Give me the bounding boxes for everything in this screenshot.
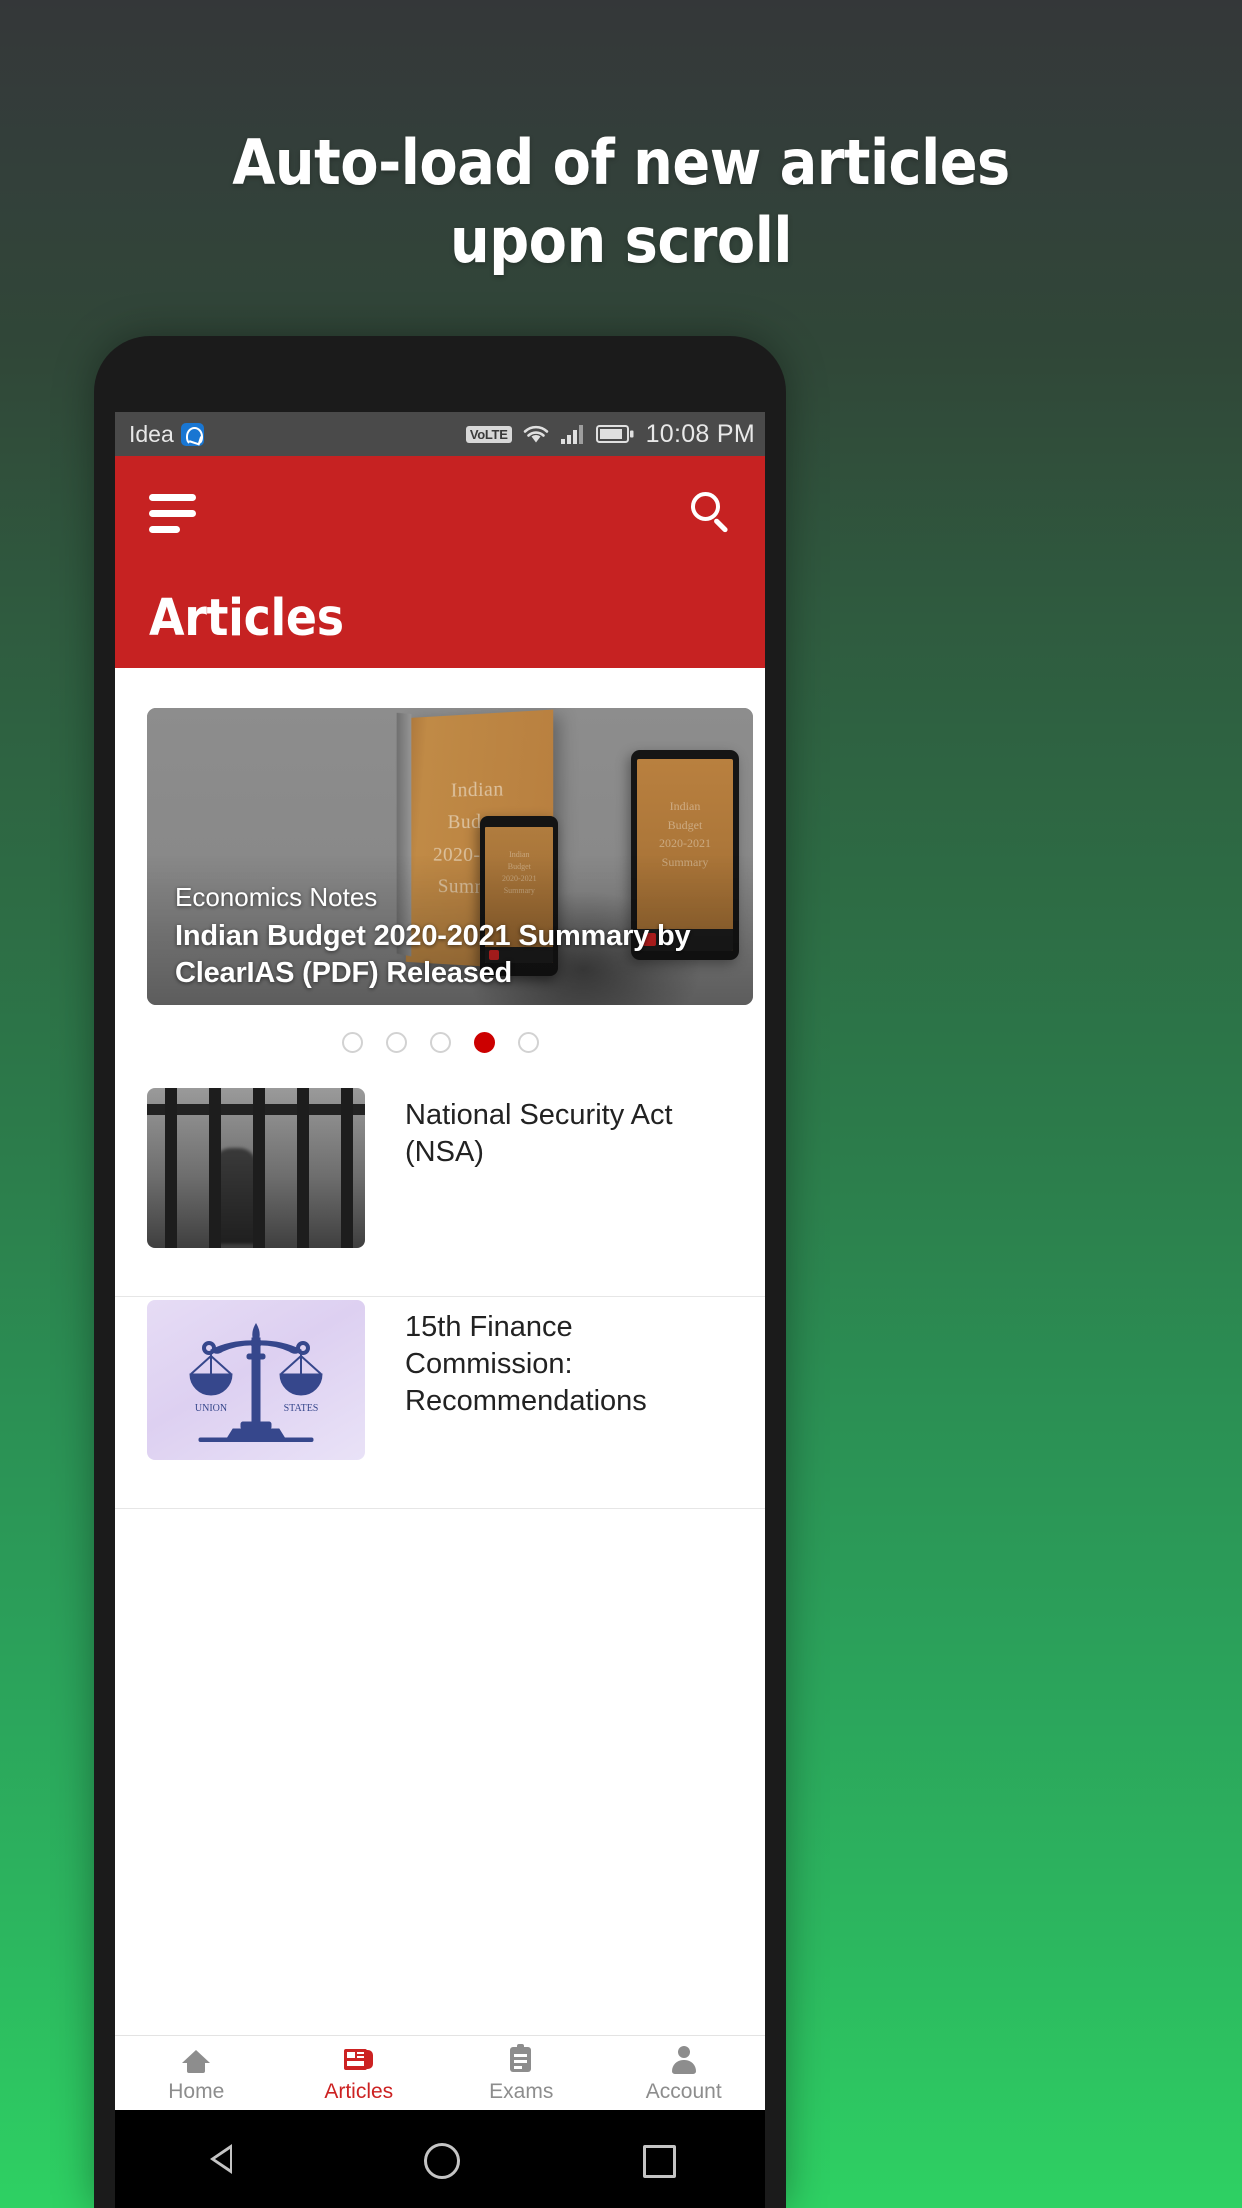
nav-label-account: Account	[645, 2079, 722, 2103]
search-handle	[713, 517, 729, 533]
content-scroll-area[interactable]: IndianBudget2020-2021Summary IndianBudge…	[115, 668, 765, 2035]
status-time: 10:08 PM	[645, 419, 755, 448]
status-carrier: Idea	[129, 421, 204, 448]
prison-bars	[147, 1088, 365, 1248]
back-triangle-icon[interactable]	[201, 2137, 245, 2181]
status-bar: Idea VoLTE 10:08 PM	[115, 412, 765, 456]
phone-screen: Idea VoLTE 10:08 PM Articles Indian Budg…	[115, 412, 765, 2208]
carousel-dot-3[interactable]	[429, 1032, 451, 1053]
nav-label-articles: Articles	[324, 2079, 394, 2103]
promo-headline: Auto-load of new articles upon scroll	[0, 132, 1242, 272]
carousel-dot-1[interactable]	[341, 1032, 363, 1053]
nav-item-exams[interactable]: Exams	[440, 2036, 603, 2110]
status-icons: VoLTE 10:08 PM	[465, 419, 755, 449]
app-bar: Articles	[115, 456, 765, 668]
nav-item-account[interactable]: Account	[603, 2036, 766, 2110]
clipboard-icon	[505, 2043, 537, 2075]
article-list: National Security Act (NSA) UNION STATES…	[115, 1085, 765, 1509]
volte-badge: VoLTE	[465, 425, 512, 443]
carousel-dot-5[interactable]	[517, 1032, 539, 1053]
menu-line-3	[149, 526, 180, 533]
hamburger-menu-icon[interactable]	[149, 494, 196, 533]
hero-article-card[interactable]: IndianBudget2020-2021Summary IndianBudge…	[147, 708, 753, 1005]
carousel-dot-2[interactable]	[385, 1032, 407, 1053]
hero-category: Economics Notes	[175, 882, 378, 913]
idea-logo-icon	[180, 422, 204, 446]
nav-item-home[interactable]: Home	[115, 2036, 278, 2110]
menu-line-1	[149, 494, 196, 501]
scales-svg: UNION STATES	[189, 1322, 323, 1442]
newspaper-icon	[343, 2043, 375, 2075]
list-item[interactable]: UNION STATES 15th Finance Commission: Re…	[115, 1297, 765, 1509]
page-title: Articles	[149, 589, 344, 648]
promo-line-2: upon scroll	[450, 204, 792, 277]
person-icon	[668, 2043, 700, 2075]
article-title: National Security Act (NSA)	[405, 1099, 673, 1169]
recents-square-icon[interactable]	[635, 2137, 679, 2181]
nav-item-articles[interactable]: Articles	[278, 2036, 441, 2110]
nav-label-home: Home	[168, 2079, 225, 2103]
search-ring	[691, 492, 720, 521]
carousel-dots	[115, 1032, 765, 1053]
hero-caption: Economics Notes Indian Budget 2020-2021 …	[175, 882, 731, 992]
signal-bars-icon	[560, 425, 583, 444]
nav-label-exams: Exams	[489, 2079, 554, 2103]
home-circle-icon[interactable]	[418, 2137, 462, 2181]
article-title: 15th Finance Commission: Recommendations	[405, 1311, 647, 1418]
list-item[interactable]: National Security Act (NSA)	[115, 1085, 765, 1297]
promo-line-1: Auto-load of new articles	[232, 126, 1010, 199]
bottom-navigation: Home Articles Exams Account	[115, 2035, 765, 2110]
wifi-icon	[523, 425, 548, 443]
carrier-name: Idea	[129, 420, 174, 447]
battery-icon	[595, 425, 634, 443]
android-navigation-bar	[115, 2110, 765, 2208]
prison-bars-photo	[147, 1088, 365, 1248]
search-icon[interactable]	[691, 492, 733, 534]
balance-scales-illustration: UNION STATES	[147, 1300, 365, 1460]
carousel-dot-4[interactable]	[473, 1032, 495, 1053]
phone-mockup: Idea VoLTE 10:08 PM Articles Indian Budg…	[94, 336, 786, 2208]
hero-title: Indian Budget 2020-2021 Summary by Clear…	[175, 920, 691, 990]
home-icon	[180, 2043, 212, 2075]
scale-label-states: STATES	[284, 1403, 319, 1414]
menu-line-2	[149, 510, 196, 517]
scale-label-union: UNION	[195, 1403, 227, 1414]
